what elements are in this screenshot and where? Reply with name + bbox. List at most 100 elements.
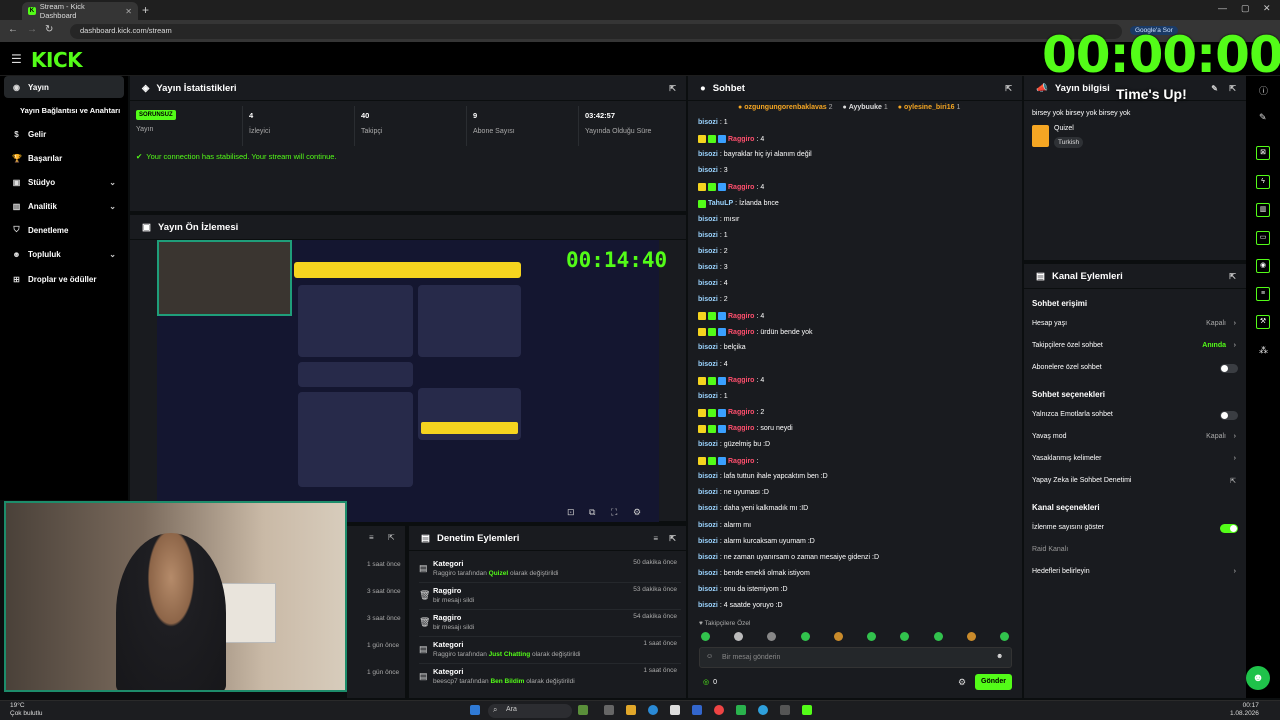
pip-icon[interactable]: ⧉	[589, 507, 595, 518]
set-targets-row[interactable]: Hedefleri belirleyin ›	[1032, 568, 1238, 575]
chat-username[interactable]: bisozi	[698, 344, 718, 351]
close-window-icon[interactable]: ✕	[1263, 3, 1271, 14]
emote-icon[interactable]	[934, 632, 943, 641]
account-age-row[interactable]: Hesap yaşı Kapalı ›	[1032, 320, 1238, 327]
app-icon[interactable]	[736, 705, 746, 715]
emotes-only-toggle[interactable]	[1220, 411, 1238, 420]
emote-icon[interactable]	[767, 632, 776, 641]
chat-username[interactable]: Raggiro	[728, 184, 754, 191]
sidebar-item-droplar[interactable]: ⊞ Droplar ve ödüller	[4, 268, 124, 290]
sidebar-item-topluluk[interactable]: ☻ Topluluk ⌄	[4, 243, 124, 265]
banned-words-row[interactable]: Yasaklanmış kelimeler ›	[1032, 455, 1238, 462]
popout-icon[interactable]: ⇱	[669, 84, 676, 93]
ai-moderation-row[interactable]: Yapay Zeka ile Sohbet Denetimi ⇱	[1032, 477, 1238, 485]
followers-only-row[interactable]: Takipçilere özel sohbet Anında ›	[1032, 342, 1238, 349]
subs-only-toggle[interactable]	[1220, 364, 1238, 373]
list-icon[interactable]: ≡	[1256, 287, 1270, 301]
top-gifter[interactable]: ● oylesine_biri16 1	[898, 104, 961, 111]
chat-username[interactable]: bisozi	[698, 538, 718, 545]
minimize-icon[interactable]: —	[1218, 3, 1227, 13]
popout-icon[interactable]: ⇱	[669, 534, 676, 543]
chat-username[interactable]: bisozi	[698, 554, 718, 561]
popout-icon[interactable]: ⇱	[1229, 272, 1236, 281]
back-icon[interactable]: ←	[8, 24, 18, 35]
lightning-icon[interactable]: ϟ	[1256, 175, 1270, 189]
chat-username[interactable]: bisozi	[698, 167, 718, 174]
filter-icon[interactable]: ≡	[369, 533, 374, 542]
filter-icon[interactable]: ≡	[653, 534, 658, 543]
reload-icon[interactable]: ↻	[45, 24, 53, 35]
widget-icon[interactable]	[578, 705, 588, 715]
top-gifter[interactable]: ● Ayybuuke 1	[843, 104, 888, 111]
emote-icon[interactable]	[867, 632, 876, 641]
slow-mode-row[interactable]: Yavaş mod Kapalı ›	[1032, 433, 1238, 440]
popout-icon[interactable]: ⇱	[1005, 84, 1012, 93]
clock[interactable]: 00:17 1.08.2026	[1230, 702, 1259, 719]
chat-username[interactable]: bisozi	[698, 248, 718, 255]
chat-username[interactable]: bisozi	[698, 522, 718, 529]
sidebar-item-gelir[interactable]: $ Gelir	[4, 123, 124, 145]
chrome-icon[interactable]	[714, 705, 724, 715]
kick-app-icon[interactable]	[802, 705, 812, 715]
chat-username[interactable]: bisozi	[698, 441, 718, 448]
emote-icon[interactable]	[801, 632, 810, 641]
emote-icon[interactable]	[734, 632, 743, 641]
url-field[interactable]: dashboard.kick.com/stream	[70, 24, 1122, 39]
chat-settings-icon[interactable]: ⚙	[958, 677, 966, 688]
chat-username[interactable]: bisozi	[698, 570, 718, 577]
show-viewers-toggle[interactable]	[1220, 524, 1238, 533]
app-icon[interactable]	[692, 705, 702, 715]
new-tab-icon[interactable]: +	[142, 3, 149, 17]
chat-username[interactable]: bisozi	[698, 296, 718, 303]
emoji-icon[interactable]: ☺	[706, 653, 713, 660]
weather-widget[interactable]: 19°C Çok bulutlu	[10, 702, 43, 718]
file-explorer-icon[interactable]	[626, 705, 636, 715]
sidebar-item-stream-key[interactable]: Yayın Bağlantısı ve Anahtarı	[4, 99, 124, 121]
chat-username[interactable]: bisozi	[698, 489, 718, 496]
edge-icon[interactable]	[648, 705, 658, 715]
edit-icon[interactable]: ✎	[1211, 84, 1218, 93]
chat-username[interactable]: bisozi	[698, 232, 718, 239]
telegram-icon[interactable]	[758, 705, 768, 715]
taskbar-search[interactable]: Ara	[488, 704, 572, 718]
emote-icon[interactable]	[900, 632, 909, 641]
emote-icon[interactable]	[1000, 632, 1009, 641]
chat-username[interactable]: bisozi	[698, 473, 718, 480]
settings-gear-icon[interactable]: ⚙	[633, 507, 641, 518]
chat-username[interactable]: bisozi	[698, 280, 718, 287]
close-tab-icon[interactable]: ✕	[125, 7, 132, 16]
quick-action-icon[interactable]: ⊠	[1256, 146, 1270, 160]
broadcast-icon[interactable]: ◉	[1256, 259, 1270, 273]
add-icon[interactable]: ⁂	[1259, 345, 1268, 356]
chat-username[interactable]: Raggiro	[728, 136, 754, 143]
trash-icon[interactable]: ▥	[1256, 203, 1270, 217]
chat-username[interactable]: Raggiro	[728, 458, 754, 465]
emote-picker-icon[interactable]: ☻	[996, 653, 1003, 660]
help-chat-icon[interactable]: ☻	[1246, 666, 1270, 690]
sidebar-item-studyo[interactable]: ▣ Stüdyo ⌄	[4, 171, 124, 193]
top-gifter[interactable]: ● ozgungungorenbaklavas 2	[738, 104, 833, 111]
chat-username[interactable]: bisozi	[698, 393, 718, 400]
chat-username[interactable]: bisozi	[698, 119, 718, 126]
chat-input[interactable]: Bir mesaj gönderin	[699, 647, 1012, 668]
chat-username[interactable]: Raggiro	[728, 329, 754, 336]
emote-icon[interactable]	[834, 632, 843, 641]
chat-username[interactable]: bisozi	[698, 216, 718, 223]
emote-icon[interactable]	[967, 632, 976, 641]
chat-username[interactable]: bisozi	[698, 361, 718, 368]
chat-username[interactable]: Raggiro	[728, 425, 754, 432]
store-icon[interactable]	[670, 705, 680, 715]
theater-icon[interactable]: ⊡	[567, 507, 575, 518]
chat-username[interactable]: bisozi	[698, 505, 718, 512]
task-view-icon[interactable]	[604, 705, 614, 715]
chat-username[interactable]: bisozi	[698, 151, 718, 158]
chat-username[interactable]: Raggiro	[728, 377, 754, 384]
maximize-icon[interactable]: ▢	[1241, 3, 1250, 14]
info-icon[interactable]: ⓘ	[1259, 84, 1268, 97]
edit-icon[interactable]: ✎	[1259, 112, 1267, 123]
chat-username[interactable]: Raggiro	[728, 313, 754, 320]
send-button[interactable]: Gönder	[975, 674, 1012, 690]
chat-username[interactable]: bisozi	[698, 602, 718, 609]
kick-logo[interactable]: KICK	[31, 48, 83, 72]
emote-icon[interactable]	[701, 632, 710, 641]
